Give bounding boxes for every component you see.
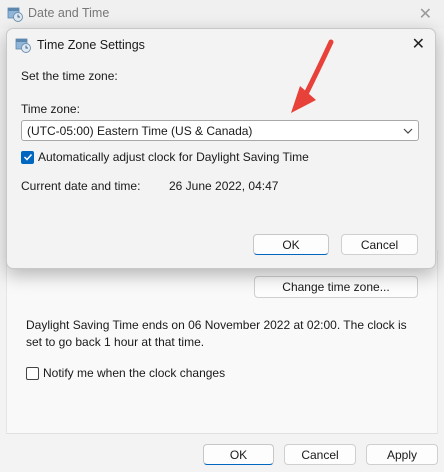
notify-checkbox[interactable] xyxy=(26,366,39,380)
current-date-time-label: Current date and time: xyxy=(21,179,141,193)
ok-button[interactable]: OK xyxy=(203,444,274,465)
current-date-time-value: 26 June 2022, 04:47 xyxy=(169,179,279,193)
apply-button[interactable]: Apply xyxy=(366,444,438,465)
notify-checkbox-row[interactable]: Notify me when the clock changes xyxy=(26,366,225,380)
close-icon[interactable]: ✕ xyxy=(419,4,432,24)
chevron-down-icon xyxy=(403,128,413,134)
titlebar: Date and Time ✕ xyxy=(0,0,444,28)
dialog-cancel-button[interactable]: Cancel xyxy=(341,234,418,255)
time-zone-settings-dialog: Time Zone Settings ✕ Set the time zone: … xyxy=(6,28,436,269)
close-icon[interactable]: ✕ xyxy=(412,34,425,54)
cancel-button[interactable]: Cancel xyxy=(284,444,356,465)
time-zone-value: (UTC-05:00) Eastern Time (US & Canada) xyxy=(27,124,253,138)
dialog-title: Time Zone Settings xyxy=(37,38,145,52)
time-zone-label: Time zone: xyxy=(21,102,80,116)
auto-dst-label: Automatically adjust clock for Daylight … xyxy=(38,150,309,164)
notify-label: Notify me when the clock changes xyxy=(43,366,226,380)
clock-calendar-icon xyxy=(15,38,31,53)
checkmark-icon xyxy=(23,153,32,161)
clock-calendar-icon xyxy=(7,7,23,22)
set-time-zone-label: Set the time zone: xyxy=(21,69,118,83)
auto-dst-checkbox[interactable] xyxy=(21,150,34,164)
time-zone-dropdown[interactable]: (UTC-05:00) Eastern Time (US & Canada) xyxy=(21,120,419,141)
auto-dst-checkbox-row[interactable]: Automatically adjust clock for Daylight … xyxy=(21,150,309,164)
window-title: Date and Time xyxy=(28,6,110,20)
dialog-ok-button[interactable]: OK xyxy=(253,234,329,255)
dst-info-text: Daylight Saving Time ends on 06 November… xyxy=(26,318,407,349)
change-time-zone-button[interactable]: Change time zone... xyxy=(254,276,418,298)
